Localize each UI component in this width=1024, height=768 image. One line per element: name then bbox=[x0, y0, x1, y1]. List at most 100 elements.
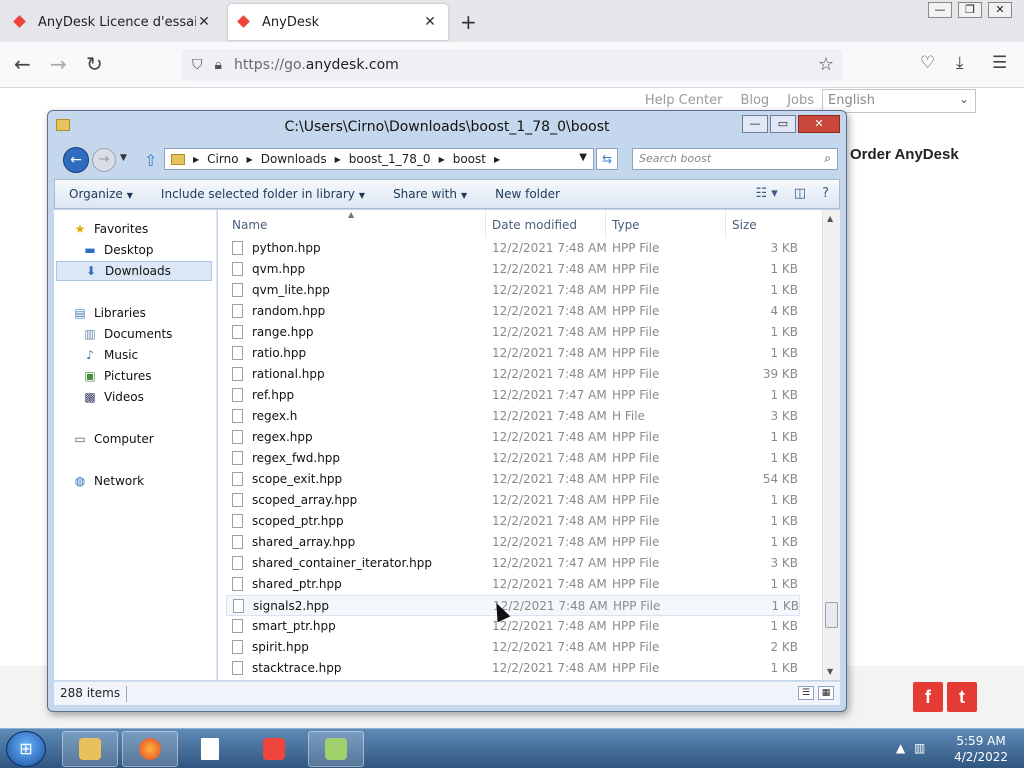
url-bar[interactable]: ⛉ 🔒︎ https://go. anydesk.com ☆ bbox=[182, 49, 842, 81]
up-icon[interactable]: ⇧ bbox=[144, 151, 157, 170]
share-with-button[interactable]: Share with ▼ bbox=[379, 187, 481, 201]
nav-downloads[interactable]: ⬇ Downloads bbox=[56, 261, 212, 281]
table-row[interactable]: shared_array.hpp 12/2/2021 7:48 AM HPP Fil… bbox=[226, 532, 800, 553]
help-icon[interactable]: ? bbox=[822, 186, 829, 201]
search-input[interactable]: Search boost ⌕ bbox=[632, 148, 838, 170]
reload-icon[interactable]: ↻ bbox=[86, 52, 103, 76]
facebook-icon[interactable]: f bbox=[913, 682, 943, 712]
history-dropdown-icon[interactable]: ▼ bbox=[120, 153, 127, 163]
breadcrumb-downloads[interactable]: Downloads bbox=[261, 152, 327, 166]
table-row[interactable]: qvm_lite.hpp 12/2/2021 7:48 AM HPP File 1 K… bbox=[226, 280, 800, 301]
column-header-type[interactable]: Type bbox=[606, 210, 726, 238]
table-row[interactable]: signals2.hpp 12/2/2021 7:48 AM HPP File 1 K… bbox=[226, 595, 800, 616]
nav-pictures[interactable]: ▣ Pictures bbox=[82, 366, 212, 386]
nav-desktop[interactable]: ▬ Desktop bbox=[82, 240, 212, 260]
clock[interactable]: 5:59 AM 4/2/2022 bbox=[954, 733, 1008, 765]
order-heading[interactable]: Order AnyDesk bbox=[850, 146, 959, 163]
column-header-size[interactable]: Size bbox=[726, 210, 806, 238]
download-icon[interactable]: ⤓ bbox=[956, 53, 964, 73]
breadcrumb-arrow-icon[interactable]: ▶ bbox=[439, 155, 445, 164]
table-row[interactable]: spirit.hpp 12/2/2021 7:48 AM HPP File 2 KB bbox=[226, 637, 800, 658]
preview-pane-icon[interactable]: ◫ bbox=[794, 186, 806, 201]
back-icon[interactable]: ← bbox=[14, 52, 31, 76]
help-center-link[interactable]: Help Center bbox=[645, 93, 723, 108]
table-row[interactable]: scope_exit.hpp 12/2/2021 7:48 AM HPP File 5… bbox=[226, 469, 800, 490]
table-row[interactable]: regex_fwd.hpp 12/2/2021 7:48 AM HPP File 1 … bbox=[226, 448, 800, 469]
breadcrumb-cirno[interactable]: Cirno bbox=[207, 152, 238, 166]
taskbar-explorer[interactable] bbox=[62, 731, 118, 767]
explorer-minimize-button[interactable]: — bbox=[742, 115, 768, 133]
network-tray-icon[interactable]: ▥ bbox=[914, 741, 925, 755]
back-button[interactable]: ← bbox=[63, 147, 89, 173]
forward-icon[interactable]: → bbox=[50, 52, 67, 76]
close-icon[interactable]: ✕ bbox=[196, 14, 212, 30]
breadcrumb-arrow-icon[interactable]: ▶ bbox=[247, 155, 253, 164]
pocket-icon[interactable]: ♡ bbox=[920, 53, 935, 73]
vertical-scrollbar[interactable]: ▲ ▼ bbox=[822, 210, 840, 680]
table-row[interactable]: rational.hpp 12/2/2021 7:48 AM HPP File 39 … bbox=[226, 364, 800, 385]
tab-anydesk-trial[interactable]: AnyDesk Licence d'essai ✕ bbox=[4, 4, 222, 40]
breadcrumb-arrow-icon[interactable]: ▶ bbox=[335, 155, 341, 164]
lock-icon[interactable]: 🔒︎ bbox=[215, 57, 222, 73]
column-header-name[interactable]: Name bbox=[218, 210, 486, 238]
table-row[interactable]: regex.h 12/2/2021 7:48 AM H File 3 KB bbox=[226, 406, 800, 427]
table-row[interactable]: range.hpp 12/2/2021 7:48 AM HPP File 1 KB bbox=[226, 322, 800, 343]
show-hidden-icons-icon[interactable]: ▲ bbox=[896, 741, 905, 755]
minimize-button[interactable]: — bbox=[928, 2, 952, 18]
details-view-icon[interactable]: ☰ bbox=[798, 686, 814, 700]
bookmark-star-icon[interactable]: ☆ bbox=[818, 54, 834, 75]
table-row[interactable]: random.hpp 12/2/2021 7:48 AM HPP File 4 KB bbox=[226, 301, 800, 322]
table-row[interactable]: python.hpp 12/2/2021 7:48 AM HPP File 3 KB bbox=[226, 238, 800, 259]
breadcrumb-arrow-icon[interactable]: ▶ bbox=[494, 155, 500, 164]
shield-icon[interactable]: ⛉ bbox=[192, 57, 203, 73]
scroll-thumb[interactable] bbox=[825, 602, 838, 628]
explorer-close-button[interactable]: ✕ bbox=[798, 115, 840, 133]
new-tab-button[interactable]: + bbox=[460, 10, 477, 34]
column-header-date[interactable]: Date modified bbox=[486, 210, 606, 238]
explorer-title-bar[interactable]: C:\Users\Cirno\Downloads\boost_1_78_0\bo… bbox=[48, 111, 846, 143]
twitter-icon[interactable]: t bbox=[947, 682, 977, 712]
nav-libraries[interactable]: ▤ Libraries bbox=[72, 303, 232, 323]
taskbar-notepadpp[interactable] bbox=[308, 731, 364, 767]
taskbar-anydesk[interactable] bbox=[246, 731, 302, 767]
table-row[interactable]: shared_ptr.hpp 12/2/2021 7:48 AM HPP File 1… bbox=[226, 574, 800, 595]
table-row[interactable]: smart_ptr.hpp 12/2/2021 7:48 AM HPP File 1 … bbox=[226, 616, 800, 637]
address-bar[interactable]: ▶ Cirno ▶ Downloads ▶ boost_1_78_0 ▶ boo… bbox=[164, 148, 594, 170]
nav-favorites[interactable]: ★ Favorites bbox=[72, 219, 232, 239]
table-row[interactable]: shared_container_iterator.hpp 12/2/2021 7… bbox=[226, 553, 800, 574]
explorer-maximize-button[interactable]: ▭ bbox=[770, 115, 796, 133]
blog-link[interactable]: Blog bbox=[740, 93, 769, 108]
breadcrumb-boost-1-78-0[interactable]: boost_1_78_0 bbox=[349, 152, 431, 166]
address-dropdown-icon[interactable]: ▼ bbox=[579, 152, 587, 163]
table-row[interactable]: ratio.hpp 12/2/2021 7:48 AM HPP File 1 KB bbox=[226, 343, 800, 364]
organize-button[interactable]: Organize ▼ bbox=[55, 187, 147, 201]
maximize-button[interactable]: ❐ bbox=[958, 2, 982, 18]
taskbar-notepad[interactable] bbox=[182, 731, 238, 767]
scroll-down-icon[interactable]: ▼ bbox=[827, 667, 833, 676]
menu-icon[interactable]: ☰ bbox=[992, 53, 1007, 73]
table-row[interactable]: ref.hpp 12/2/2021 7:47 AM HPP File 1 KB bbox=[226, 385, 800, 406]
tab-anydesk[interactable]: AnyDesk ✕ bbox=[228, 4, 448, 40]
nav-network[interactable]: ◍ Network bbox=[72, 471, 232, 491]
table-row[interactable]: scoped_ptr.hpp 12/2/2021 7:48 AM HPP File 1… bbox=[226, 511, 800, 532]
table-row[interactable]: scoped_array.hpp 12/2/2021 7:48 AM HPP Fil… bbox=[226, 490, 800, 511]
language-select[interactable]: English ⌄ bbox=[822, 89, 976, 113]
taskbar-firefox[interactable] bbox=[122, 731, 178, 767]
breadcrumb-boost[interactable]: boost bbox=[453, 152, 486, 166]
table-row[interactable]: stacktrace.hpp 12/2/2021 7:48 AM HPP File 1… bbox=[226, 658, 800, 679]
nav-documents[interactable]: ▥ Documents bbox=[82, 324, 212, 344]
change-view-icon[interactable]: ☷ ▾ bbox=[755, 186, 777, 201]
table-row[interactable]: qvm.hpp 12/2/2021 7:48 AM HPP File 1 KB bbox=[226, 259, 800, 280]
close-icon[interactable]: ✕ bbox=[422, 14, 438, 30]
table-row[interactable]: regex.hpp 12/2/2021 7:48 AM HPP File 1 KB bbox=[226, 427, 800, 448]
forward-button[interactable]: → bbox=[92, 148, 116, 172]
scroll-up-icon[interactable]: ▲ bbox=[827, 214, 833, 223]
nav-videos[interactable]: ▩ Videos bbox=[82, 387, 212, 407]
search-icon[interactable]: ⌕ bbox=[824, 151, 831, 166]
nav-music[interactable]: ♪ Music bbox=[82, 345, 212, 365]
new-folder-button[interactable]: New folder bbox=[481, 187, 574, 201]
refresh-icon[interactable]: ⇆ bbox=[596, 148, 618, 170]
start-button[interactable]: ⊞ bbox=[6, 731, 46, 767]
include-in-library-button[interactable]: Include selected folder in library ▼ bbox=[147, 187, 379, 201]
nav-computer[interactable]: ▭ Computer bbox=[72, 429, 232, 449]
